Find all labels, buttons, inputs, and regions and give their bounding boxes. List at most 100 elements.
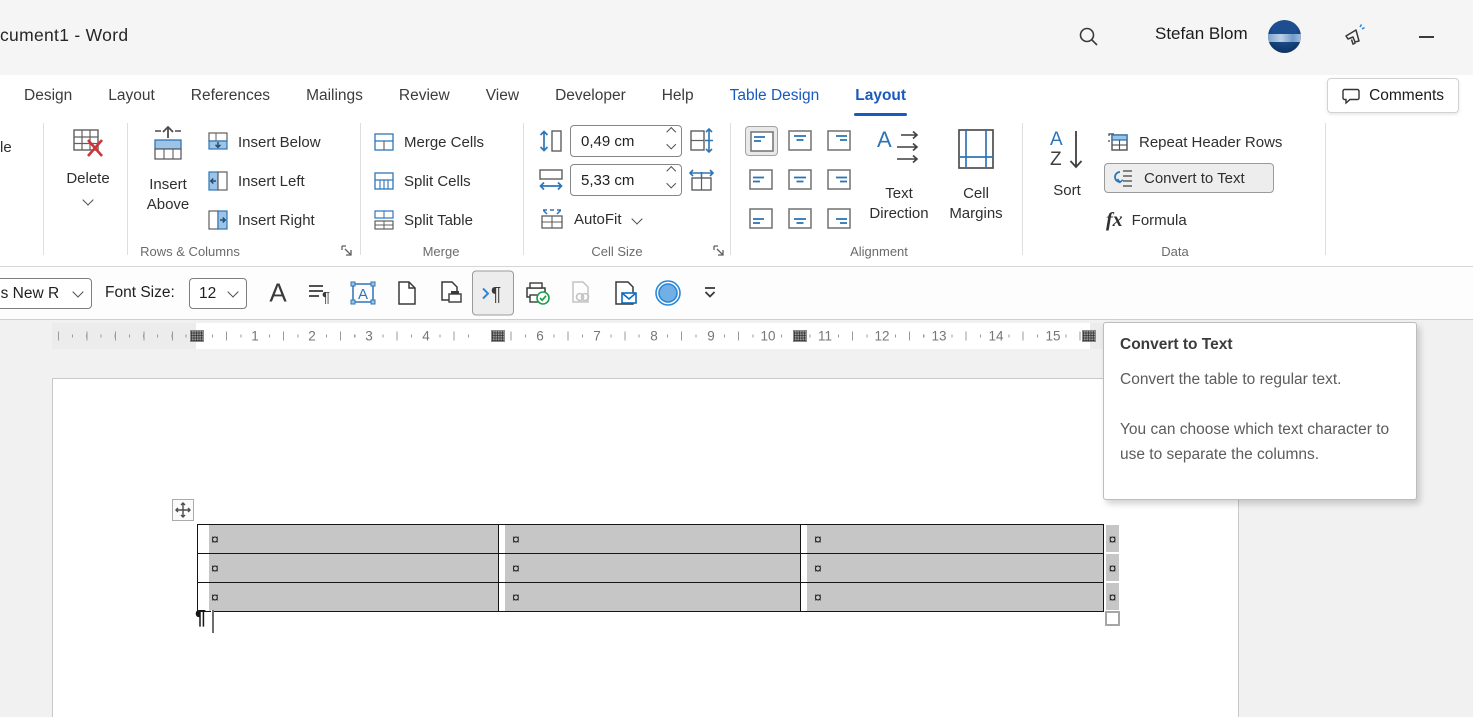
rows-columns-group-label: Rows & Columns <box>140 244 240 259</box>
document-page[interactable]: ¤ ¤ ¤ ¤ ¤ ¤ ¤ ¤ ¤ ¤ ¤ ¤ ¶ <box>52 378 1239 717</box>
align-bottom-center-button[interactable] <box>784 204 815 232</box>
tab-mailings[interactable]: Mailings <box>305 85 364 107</box>
table-cell[interactable]: ¤ <box>801 554 1103 582</box>
group-separator <box>1022 123 1023 255</box>
row-height-input[interactable]: 0,49 cm <box>570 125 682 157</box>
text-frame-button[interactable]: A <box>350 281 376 305</box>
selected-table[interactable]: ¤ ¤ ¤ ¤ ¤ ¤ ¤ ¤ ¤ <box>197 524 1104 612</box>
text-cursor <box>211 610 214 633</box>
minimize-button[interactable] <box>1419 36 1434 38</box>
table-cell[interactable]: ¤ <box>499 525 801 553</box>
align-top-right-button[interactable] <box>823 126 854 154</box>
font-dialog-button[interactable]: A <box>269 278 286 309</box>
split-cells-label: Split Cells <box>404 172 471 190</box>
table-cell[interactable]: ¤ <box>198 583 499 611</box>
tab-layout[interactable]: Layout <box>107 85 156 107</box>
rows-columns-dialog-launcher[interactable] <box>340 244 353 257</box>
search-icon[interactable] <box>1078 26 1099 47</box>
delete-button[interactable]: Delete <box>55 127 121 206</box>
comments-button[interactable]: Comments <box>1327 78 1459 113</box>
print-preview-button[interactable] <box>439 280 463 306</box>
column-width-decrease[interactable] <box>666 178 676 188</box>
tab-references[interactable]: References <box>190 85 271 107</box>
table-cell[interactable]: ¤ <box>198 525 499 553</box>
table-move-handle[interactable] <box>172 499 194 521</box>
distribute-columns-button[interactable] <box>688 166 715 193</box>
ribbon-tab-row: Design Layout References Mailings Review… <box>0 75 1473 117</box>
feedback-megaphone-icon[interactable] <box>1342 21 1369 48</box>
merge-cells-button[interactable]: Merge Cells <box>373 128 484 156</box>
table-cell[interactable]: ¤ <box>801 583 1103 611</box>
font-size-select[interactable]: 12 <box>189 278 247 309</box>
repeat-header-rows-button[interactable]: Repeat Header Rows <box>1106 128 1282 156</box>
tab-developer[interactable]: Developer <box>554 85 627 107</box>
table-column-marker[interactable] <box>491 330 505 342</box>
formula-button[interactable]: fx Formula <box>1106 206 1187 234</box>
avatar[interactable] <box>1268 20 1301 53</box>
tab-review[interactable]: Review <box>398 85 451 107</box>
ruler-number: 11 <box>817 328 833 344</box>
ruler-text-band: 1 2 3 4 6 7 8 9 10 11 12 13 14 15 <box>196 323 1090 349</box>
send-email-button[interactable] <box>613 280 637 306</box>
end-of-cell-marker: ¤ <box>814 589 822 605</box>
toolbar-overflow-button[interactable] <box>702 286 718 300</box>
align-center-left-button[interactable] <box>745 165 776 193</box>
repeat-header-rows-label: Repeat Header Rows <box>1139 133 1283 151</box>
paragraph-settings-button[interactable]: ¶ <box>307 282 333 304</box>
group-separator <box>43 123 44 255</box>
quick-print-button[interactable] <box>524 280 550 306</box>
table-column-marker[interactable] <box>1082 330 1096 342</box>
ruler-strip: 1 2 3 4 6 7 8 9 10 11 12 13 14 15 <box>52 323 1240 349</box>
tab-help[interactable]: Help <box>661 85 695 107</box>
column-width-input[interactable]: 5,33 cm <box>570 164 682 196</box>
chevron-down-icon <box>227 286 239 298</box>
row-height-increase[interactable] <box>666 127 676 137</box>
row-height-decrease[interactable] <box>666 139 676 149</box>
autofit-button[interactable]: AutoFit <box>539 205 643 233</box>
tab-design[interactable]: Design <box>23 85 73 107</box>
tab-view[interactable]: View <box>485 85 520 107</box>
account-name[interactable]: Stefan Blom <box>1155 24 1248 44</box>
insert-above-button[interactable]: Insert Above <box>138 125 198 215</box>
table-cell[interactable]: ¤ <box>801 525 1103 553</box>
table-column-marker[interactable] <box>793 330 807 342</box>
cell-size-dialog-launcher[interactable] <box>712 244 725 257</box>
font-name-select[interactable]: es New R <box>0 278 92 309</box>
blue-circle-indicator[interactable] <box>654 279 682 307</box>
align-top-left-button[interactable] <box>745 126 778 156</box>
new-document-button[interactable] <box>396 280 418 306</box>
insert-left-button[interactable]: Insert Left <box>207 167 305 195</box>
ruler-number: 1 <box>251 328 259 344</box>
split-cells-button[interactable]: Split Cells <box>373 167 471 195</box>
cell-margins-button[interactable]: Cell Margins <box>940 127 1012 224</box>
distribute-rows-button[interactable] <box>688 127 715 154</box>
align-bottom-left-button[interactable] <box>745 204 776 232</box>
table-cell[interactable]: ¤ <box>499 583 801 611</box>
insert-right-button[interactable]: Insert Right <box>207 206 315 234</box>
align-top-center-button[interactable] <box>784 126 815 154</box>
align-center-right-button[interactable] <box>823 165 854 193</box>
table-cell[interactable]: ¤ <box>198 554 499 582</box>
formatting-marks-toggle[interactable]: ¶ <box>472 270 514 316</box>
convert-to-text-button[interactable]: Convert to Text <box>1104 163 1274 193</box>
ruler-number: 14 <box>988 328 1004 344</box>
tab-table-design[interactable]: Table Design <box>729 85 821 107</box>
merge-cells-icon <box>373 131 395 153</box>
table-resize-handle[interactable] <box>1105 611 1120 626</box>
end-of-cell-marker: ¤ <box>814 531 822 547</box>
align-center-button[interactable] <box>784 165 815 193</box>
paste-link-button-disabled <box>569 280 593 306</box>
insert-below-button[interactable]: Insert Below <box>207 128 321 156</box>
formula-label: Formula <box>1131 211 1187 229</box>
sort-button[interactable]: A Z Sort <box>1040 127 1094 201</box>
table-column-marker[interactable] <box>190 330 204 342</box>
tab-table-layout-active[interactable]: Layout <box>854 85 907 116</box>
comments-label: Comments <box>1369 86 1444 104</box>
text-direction-button[interactable]: A Text Direction <box>862 127 936 224</box>
svg-text:¶: ¶ <box>322 289 330 304</box>
table-cell[interactable]: ¤ <box>499 554 801 582</box>
chevron-down-icon <box>82 194 94 206</box>
column-width-increase[interactable] <box>666 166 676 176</box>
align-bottom-right-button[interactable] <box>823 204 854 232</box>
split-table-button[interactable]: Split Table <box>373 206 473 234</box>
